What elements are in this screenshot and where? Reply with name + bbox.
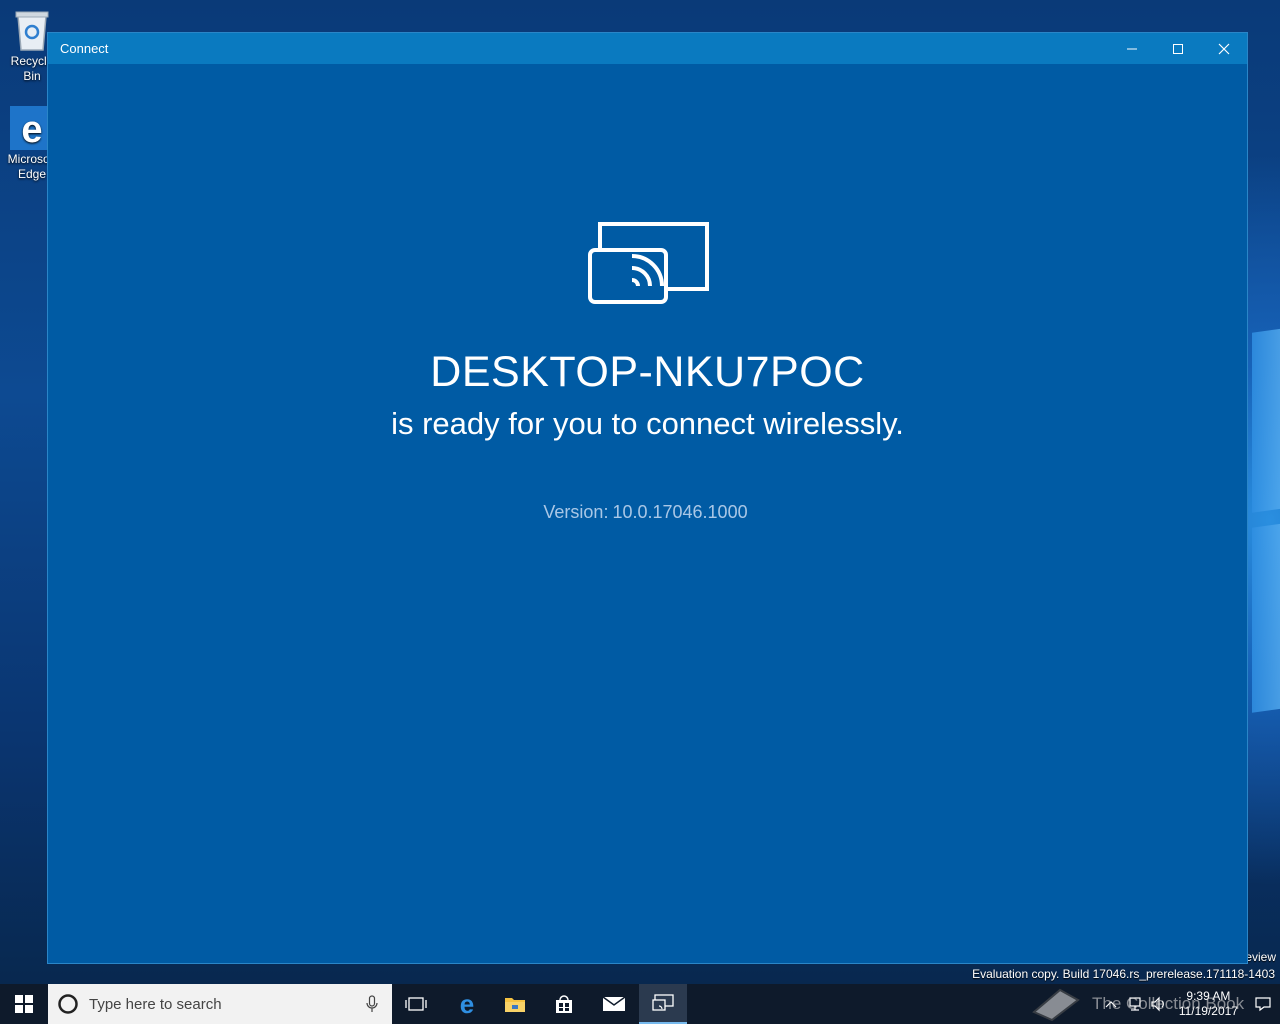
maximize-icon	[1173, 43, 1183, 54]
version-label: Version:	[543, 502, 609, 522]
task-view-button[interactable]	[392, 984, 440, 1024]
overlay-text: The Collection Book	[1092, 994, 1245, 1013]
windows-logo-pane	[1252, 327, 1280, 513]
maximize-button[interactable]	[1155, 33, 1201, 64]
action-center-button[interactable]	[1246, 984, 1280, 1024]
recycle-bin-icon	[15, 11, 49, 51]
file-explorer-icon	[505, 998, 525, 1012]
edge-taskbar-button[interactable]: e	[443, 984, 491, 1024]
close-icon	[1218, 43, 1230, 54]
start-button[interactable]	[0, 984, 48, 1024]
version-info: Version: 10.0.17046.1000	[48, 502, 1247, 523]
collection-book-watermark: The Collection Book	[1030, 986, 1244, 1022]
connection-status: is ready for you to connect wirelessly.	[391, 406, 904, 441]
connect-taskbar-button[interactable]	[639, 984, 687, 1024]
minimize-icon	[1127, 48, 1137, 49]
connect-window: Connect DESKTOP-NKU7POC is ready for you…	[47, 32, 1248, 964]
minimize-button[interactable]	[1109, 33, 1155, 64]
window-title: Connect	[60, 41, 109, 56]
watermark-preview-text: eview	[1245, 950, 1276, 964]
cortana-icon	[58, 994, 78, 1014]
microphone-icon[interactable]	[366, 995, 378, 1013]
windows-logo-pane	[1252, 522, 1280, 713]
search-input[interactable]: Type here to search	[48, 984, 392, 1024]
windows-start-icon	[15, 995, 33, 1013]
mail-icon	[602, 996, 626, 1011]
close-button[interactable]	[1201, 33, 1247, 64]
connect-icon	[652, 994, 674, 1011]
taskbar: Type here to search e 9:39 AM 11/19/2017…	[0, 984, 1280, 1024]
task-view-icon	[405, 997, 427, 1011]
notification-icon	[1255, 997, 1271, 1012]
edge-icon: e	[460, 992, 474, 1016]
mail-button[interactable]	[590, 984, 638, 1024]
title-bar[interactable]: Connect	[48, 33, 1247, 64]
cast-screen-icon	[588, 222, 709, 304]
search-placeholder: Type here to search	[89, 995, 222, 1013]
watermark-build-text: Evaluation copy. Build 17046.rs_prerelea…	[972, 967, 1275, 981]
svg-text:e: e	[21, 109, 42, 150]
store-icon	[556, 995, 572, 1013]
book-logo-icon	[1032, 988, 1080, 1022]
svg-text:e: e	[460, 992, 474, 1016]
file-explorer-button[interactable]	[491, 984, 539, 1024]
connect-content: DESKTOP-NKU7POC is ready for you to conn…	[48, 64, 1247, 963]
device-name: DESKTOP-NKU7POC	[430, 348, 865, 396]
store-button[interactable]	[540, 984, 588, 1024]
version-value: 10.0.17046.1000	[612, 502, 748, 522]
